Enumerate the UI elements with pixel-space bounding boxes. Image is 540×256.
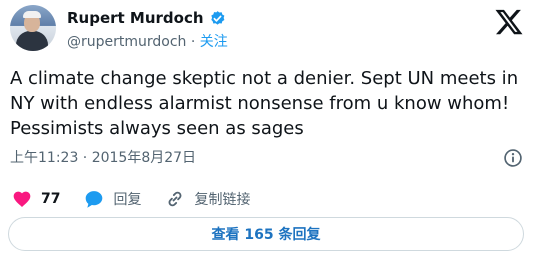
copy-link-button[interactable]: 复制链接 [165, 189, 250, 209]
tweet-actions: 77 回复 复制链接 [12, 189, 274, 209]
verified-badge-icon [210, 10, 224, 25]
like-count: 77 [41, 191, 61, 207]
info-icon[interactable] [503, 148, 523, 168]
view-replies-label: 查看 165 条回复 [211, 227, 321, 243]
copy-link-label: 复制链接 [194, 192, 251, 208]
avatar[interactable] [10, 5, 56, 51]
link-icon [169, 191, 182, 207]
tweet-text: A climate change skeptic not a denier. S… [10, 68, 519, 139]
author-name-row[interactable]: Rupert Murdoch [67, 8, 226, 28]
follow-link[interactable]: 关注 [200, 34, 228, 50]
tweet-card: Rupert Murdoch @rupertmurdoch · 关注 A cli… [0, 0, 540, 256]
author-handle-line: @rupertmurdoch · 关注 [67, 33, 228, 51]
tweet-timestamp[interactable]: 上午11:23 · 2015年8月27日 [10, 149, 196, 167]
view-replies-button[interactable]: 查看 165 条回复 [8, 217, 524, 251]
avatar-body [16, 31, 48, 51]
avatar-hair [23, 11, 41, 18]
handle-separator: · [190, 34, 196, 50]
author-name[interactable]: Rupert Murdoch [67, 8, 204, 28]
x-logo-icon[interactable] [494, 7, 524, 37]
reply-button[interactable]: 回复 [84, 189, 141, 209]
speech-bubble-icon [86, 191, 103, 208]
like-button[interactable]: 77 [12, 189, 60, 209]
heart-icon [13, 191, 31, 207]
author-handle[interactable]: @rupertmurdoch [67, 34, 186, 50]
reply-label: 回复 [113, 192, 142, 208]
